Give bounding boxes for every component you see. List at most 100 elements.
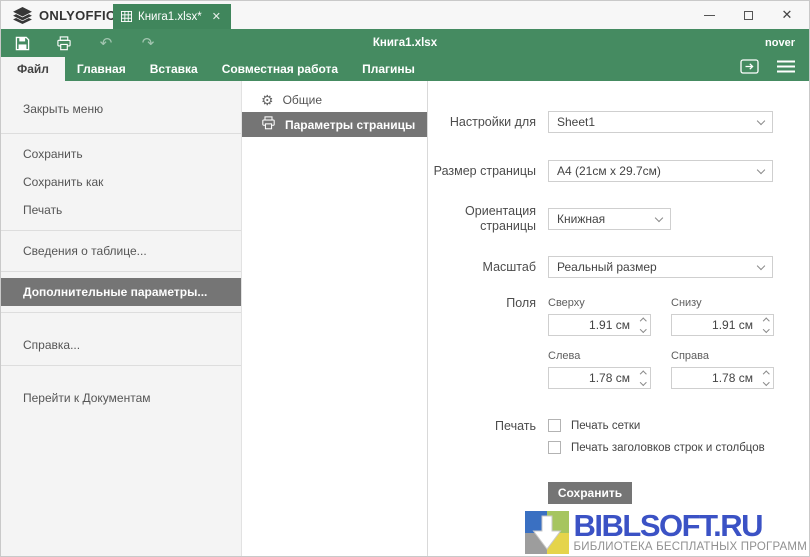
- panel-item-page-settings[interactable]: Параметры страницы: [242, 112, 427, 137]
- spreadsheet-icon: [121, 11, 132, 22]
- print-options-label: Печать: [428, 419, 536, 434]
- onlyoffice-logo-icon: [13, 7, 32, 24]
- divider: [1, 230, 241, 231]
- sheet-settings-row: Настройки для Sheet1: [428, 111, 809, 133]
- panel-item-label: Параметры страницы: [285, 118, 415, 132]
- print-headings-checkbox[interactable]: [548, 441, 561, 454]
- sheet-settings-label: Настройки для: [428, 115, 536, 130]
- sidebar-item-print[interactable]: Печать: [1, 196, 241, 224]
- tab-home[interactable]: Главная: [65, 57, 138, 81]
- brand-name: ONLYOFFICE: [39, 8, 125, 23]
- margins-label: Поля: [428, 296, 536, 311]
- margin-left-stepper[interactable]: 1.78 см: [548, 367, 651, 389]
- page-size-row: Размер страницы A4 (21см x 29.7см): [428, 160, 809, 182]
- print-gridlines-option: Печать сетки: [548, 419, 765, 432]
- download-arrow-icon: [532, 515, 562, 550]
- chevron-down-icon: [757, 261, 765, 269]
- chevron-down-icon: [655, 213, 663, 221]
- scale-select[interactable]: Реальный размер: [548, 256, 773, 278]
- document-tab[interactable]: Книга1.xlsx* ✕: [113, 4, 231, 29]
- orientation-value: Книжная: [557, 212, 605, 226]
- quick-toolbar: ↶ ↷ Книга1.xlsx nover: [1, 29, 809, 57]
- margin-left-label: Слева: [548, 349, 651, 364]
- margins-row: Поля Сверху 1.91 см Снизу: [428, 296, 809, 389]
- margin-right-stepper[interactable]: 1.78 см: [671, 367, 774, 389]
- margin-bottom-value: 1.91 см: [712, 318, 753, 332]
- margin-right-value: 1.78 см: [712, 371, 753, 385]
- sidebar-item-help[interactable]: Справка...: [1, 331, 241, 359]
- divider: [1, 312, 241, 313]
- menubar-right-icons: [740, 57, 809, 81]
- sidebar-item-save-as[interactable]: Сохранить как: [1, 168, 241, 196]
- sheet-select-value: Sheet1: [557, 115, 595, 129]
- sidebar-item-close-menu[interactable]: Закрыть меню: [1, 91, 241, 127]
- stepper-arrows-icon[interactable]: [764, 368, 769, 388]
- margin-top-value: 1.91 см: [589, 318, 630, 332]
- sidebar-item-save[interactable]: Сохранить: [1, 140, 241, 168]
- page-size-value: A4 (21см x 29.7см): [557, 164, 661, 178]
- panel-item-label: Общие: [283, 93, 322, 107]
- orientation-label: Ориентация страницы: [428, 204, 536, 234]
- app-logo: ONLYOFFICE: [1, 7, 125, 24]
- watermark-title: BIBLSOFT.RU: [574, 512, 807, 540]
- page-size-select[interactable]: A4 (21см x 29.7см): [548, 160, 773, 182]
- sidebar-item-go-to-documents[interactable]: Перейти к Документам: [1, 384, 241, 412]
- biblsoft-text: BIBLSOFT.RU БИБЛИОТЕКА БЕСПЛАТНЫХ ПРОГРА…: [574, 512, 807, 554]
- app-window: ONLYOFFICE Книга1.xlsx* ✕ ✕: [0, 0, 810, 557]
- toolbar-icons: ↶ ↷: [1, 34, 157, 52]
- tab-insert[interactable]: Вставка: [138, 57, 210, 81]
- sheet-select[interactable]: Sheet1: [548, 111, 773, 133]
- print-gridlines-checkbox[interactable]: [548, 419, 561, 432]
- chevron-down-icon: [757, 165, 765, 173]
- margin-right-label: Справа: [671, 349, 774, 364]
- minimize-button[interactable]: [703, 9, 715, 21]
- settings-category-panel: ⚙ Общие Параметры страницы: [242, 81, 428, 557]
- divider: [1, 271, 241, 272]
- stepper-arrows-icon[interactable]: [764, 315, 769, 335]
- tab-file[interactable]: Файл: [1, 57, 65, 81]
- chevron-down-icon: [757, 116, 765, 124]
- user-name: nover: [765, 37, 809, 49]
- biblsoft-logo-icon: [525, 511, 569, 554]
- margin-top-stepper[interactable]: 1.91 см: [548, 314, 651, 336]
- print-headings-option: Печать заголовков строк и столбцов: [548, 441, 765, 454]
- print-options-row: Печать Печать сетки Печать заголовков ст…: [428, 419, 809, 454]
- undo-icon[interactable]: ↶: [97, 34, 115, 52]
- window-controls: ✕: [703, 9, 809, 21]
- print-gridlines-label: Печать сетки: [571, 420, 640, 432]
- orientation-row: Ориентация страницы Книжная: [428, 204, 809, 234]
- tab-close-icon[interactable]: ✕: [210, 10, 223, 23]
- margin-bottom-stepper[interactable]: 1.91 см: [671, 314, 774, 336]
- orientation-select[interactable]: Книжная: [548, 208, 671, 230]
- print-headings-label: Печать заголовков строк и столбцов: [571, 442, 765, 454]
- tab-title: Книга1.xlsx*: [138, 11, 204, 23]
- save-settings-button[interactable]: Сохранить: [548, 482, 632, 504]
- scale-row: Масштаб Реальный размер: [428, 256, 809, 278]
- save-icon[interactable]: [13, 34, 31, 52]
- stepper-arrows-icon[interactable]: [641, 315, 646, 335]
- watermark-subtitle: БИБЛИОТЕКА БЕСПЛАТНЫХ ПРОГРАММ: [574, 540, 807, 554]
- file-menu-sidebar: Закрыть меню Сохранить Сохранить как Печ…: [1, 81, 242, 557]
- close-window-button[interactable]: ✕: [781, 9, 793, 21]
- margin-top-label: Сверху: [548, 296, 651, 311]
- hamburger-menu-icon[interactable]: [777, 60, 795, 78]
- file-menu-content: Закрыть меню Сохранить Сохранить как Печ…: [1, 81, 809, 557]
- redo-icon[interactable]: ↷: [139, 34, 157, 52]
- gear-icon: ⚙: [261, 93, 274, 107]
- tab-plugins[interactable]: Плагины: [350, 57, 427, 81]
- menubar: Файл Главная Вставка Совместная работа П…: [1, 57, 809, 81]
- maximize-button[interactable]: [742, 9, 754, 21]
- sidebar-item-spreadsheet-info[interactable]: Сведения о таблице...: [1, 237, 241, 265]
- divider: [1, 133, 241, 134]
- panel-item-general[interactable]: ⚙ Общие: [242, 87, 427, 112]
- scale-label: Масштаб: [428, 260, 536, 275]
- printer-icon: [261, 116, 276, 133]
- page-size-label: Размер страницы: [428, 164, 536, 179]
- margin-bottom-label: Снизу: [671, 296, 774, 311]
- tab-collaboration[interactable]: Совместная работа: [210, 57, 350, 81]
- sidebar-item-advanced-settings[interactable]: Дополнительные параметры...: [1, 278, 241, 306]
- open-file-location-icon[interactable]: [740, 59, 759, 79]
- print-icon[interactable]: [55, 34, 73, 52]
- divider: [1, 365, 241, 366]
- stepper-arrows-icon[interactable]: [641, 368, 646, 388]
